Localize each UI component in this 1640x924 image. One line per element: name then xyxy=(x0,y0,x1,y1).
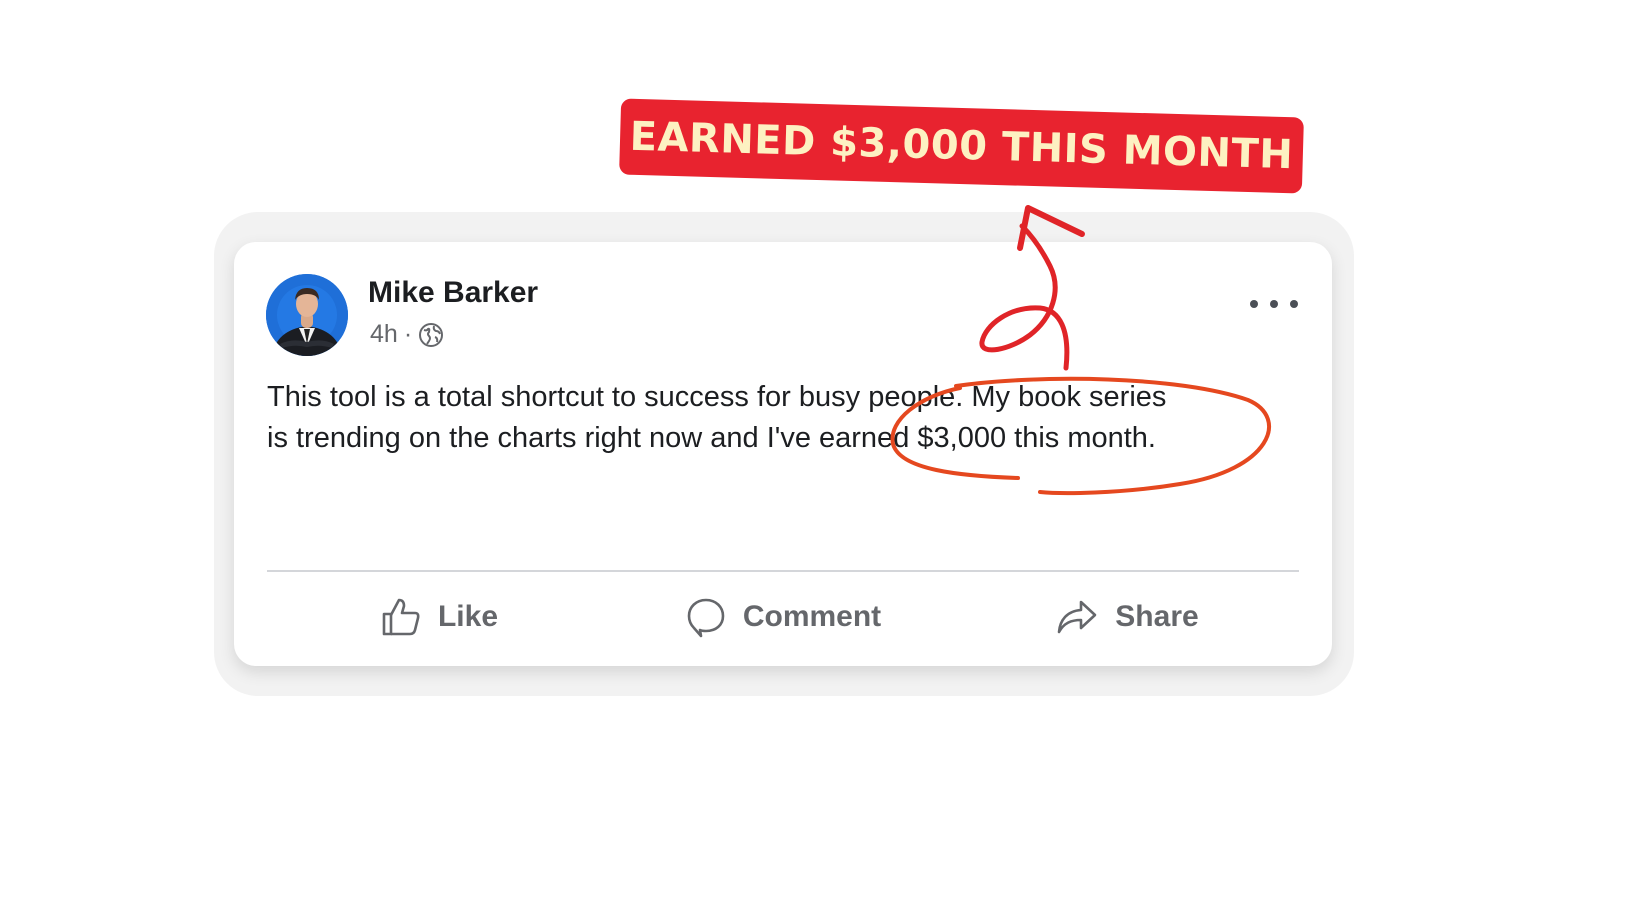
post-time[interactable]: 4h xyxy=(370,320,398,349)
more-options-icon[interactable] xyxy=(1250,292,1298,316)
author-name[interactable]: Mike Barker xyxy=(368,276,538,310)
share-button[interactable]: Share xyxy=(955,582,1299,652)
avatar-photo xyxy=(266,274,348,356)
post-meta: 4h · xyxy=(370,320,444,349)
divider xyxy=(267,570,1299,572)
post-actions: Like Comment Share xyxy=(267,582,1299,652)
thumbs-up-icon xyxy=(382,598,420,636)
post-text-line-2: is trending on the charts right now and … xyxy=(267,422,1156,454)
share-icon xyxy=(1057,600,1097,634)
post-card: Mike Barker 4h · This tool is a total sh… xyxy=(234,242,1332,666)
more-dot xyxy=(1290,300,1298,308)
more-dot xyxy=(1270,300,1278,308)
share-label: Share xyxy=(1115,600,1199,633)
earnings-banner: EARNED $3,000 THIS MONTH xyxy=(619,98,1304,194)
comment-button[interactable]: Comment xyxy=(611,582,955,652)
stage: EARNED $3,000 THIS MONTH Mike Barker 4h … xyxy=(0,0,1640,924)
comment-label: Comment xyxy=(742,600,882,633)
meta-separator: · xyxy=(403,320,413,348)
avatar[interactable] xyxy=(266,274,348,356)
post-text-line-1: This tool is a total shortcut to success… xyxy=(267,381,1167,413)
comment-icon xyxy=(687,598,725,638)
globe-icon xyxy=(418,322,444,348)
banner-text: EARNED $3,000 THIS MONTH xyxy=(629,113,1294,179)
like-button[interactable]: Like xyxy=(267,582,611,652)
more-dot xyxy=(1250,300,1258,308)
like-label: Like xyxy=(437,600,499,633)
post-body: This tool is a total shortcut to success… xyxy=(267,377,1307,459)
